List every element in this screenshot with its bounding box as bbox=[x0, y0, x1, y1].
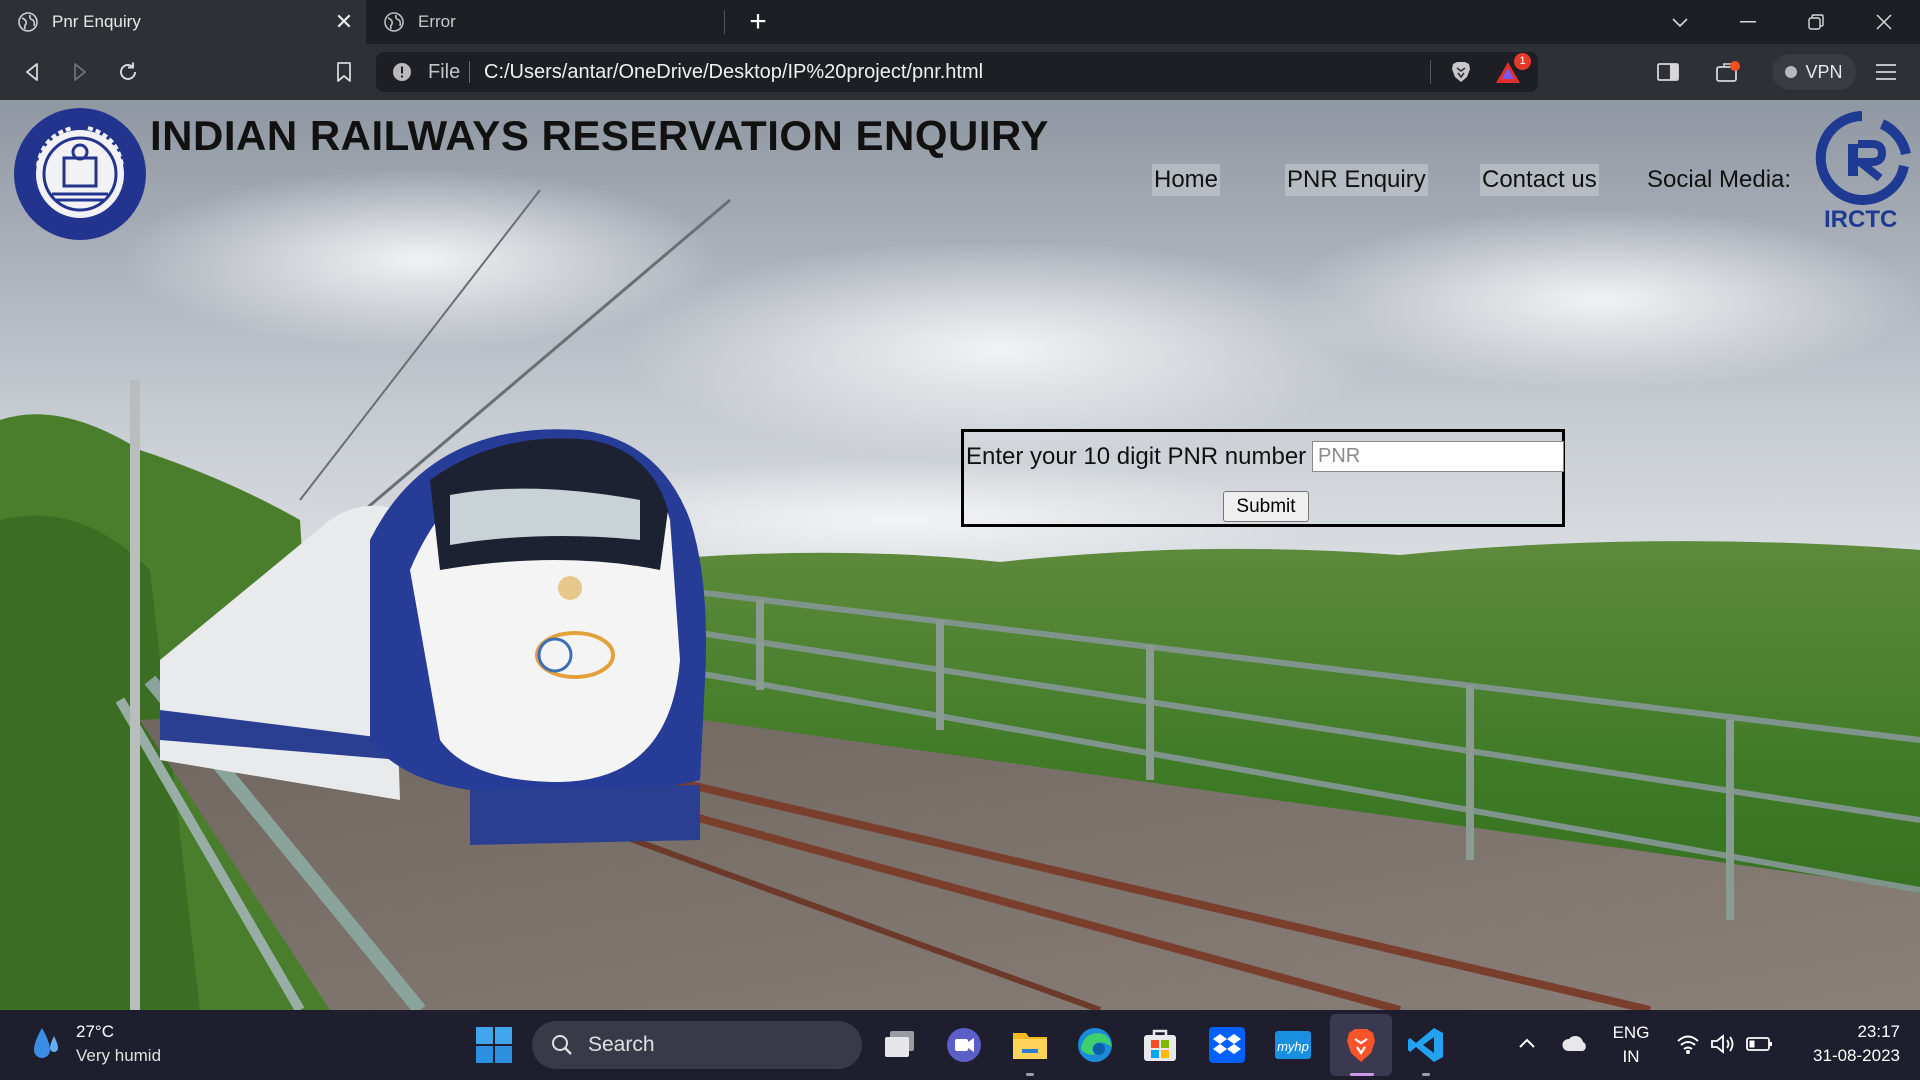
back-button[interactable] bbox=[16, 56, 48, 88]
browser-toolbar: File C:/Users/antar/OneDrive/Desktop/IP%… bbox=[0, 44, 1920, 100]
show-hidden-icons-chevron-icon[interactable] bbox=[1516, 1032, 1538, 1054]
restore-button[interactable] bbox=[1786, 0, 1846, 44]
search-icon bbox=[552, 1035, 572, 1055]
teams-chat-icon[interactable] bbox=[944, 1025, 984, 1065]
svg-text:myhp: myhp bbox=[1277, 1039, 1309, 1054]
tab-title: Error bbox=[418, 12, 456, 31]
tab-error[interactable]: Error bbox=[366, 0, 724, 44]
tab-search-chevron-icon[interactable] bbox=[1650, 0, 1710, 44]
nav-pnr-enquiry-link[interactable]: PNR Enquiry bbox=[1285, 164, 1428, 196]
windows-start-icon[interactable] bbox=[474, 1025, 514, 1065]
running-indicator bbox=[1026, 1073, 1034, 1076]
sidebar-toggle-icon[interactable] bbox=[1652, 56, 1684, 88]
tab-title: Pnr Enquiry bbox=[52, 12, 141, 31]
bookmark-icon[interactable] bbox=[328, 56, 360, 88]
dropbox-icon[interactable] bbox=[1207, 1025, 1247, 1065]
submit-button[interactable]: Submit bbox=[1223, 491, 1309, 522]
close-window-button[interactable] bbox=[1854, 0, 1914, 44]
clock-date[interactable]: 31-08-2023 bbox=[1780, 1046, 1900, 1066]
globe-icon bbox=[384, 12, 404, 32]
divider bbox=[1430, 60, 1431, 84]
address-bar[interactable]: File C:/Users/antar/OneDrive/Desktop/IP%… bbox=[376, 52, 1538, 92]
weather-temperature[interactable]: 27°C bbox=[76, 1022, 114, 1042]
weather-condition[interactable]: Very humid bbox=[76, 1046, 161, 1066]
raindrop-icon[interactable] bbox=[26, 1024, 66, 1064]
vpn-button[interactable]: VPN bbox=[1772, 54, 1856, 90]
brave-shields-icon[interactable] bbox=[1449, 60, 1473, 84]
indian-railways-logo bbox=[14, 108, 146, 240]
active-indicator bbox=[1350, 1073, 1374, 1076]
brave-browser-icon[interactable] bbox=[1341, 1025, 1381, 1065]
myhp-icon[interactable]: myhp bbox=[1273, 1025, 1313, 1065]
nav-contact-us-link[interactable]: Contact us bbox=[1480, 164, 1599, 196]
social-media-label: Social Media: bbox=[1647, 166, 1792, 193]
running-indicator bbox=[1422, 1073, 1430, 1076]
page-title: INDIAN RAILWAYS RESERVATION ENQUIRY bbox=[150, 112, 1049, 159]
wallet-icon[interactable] bbox=[1712, 56, 1744, 88]
tab-divider bbox=[724, 10, 725, 34]
battery-icon[interactable] bbox=[1746, 1034, 1774, 1054]
search-placeholder: Search bbox=[588, 1033, 655, 1056]
language-indicator-line1[interactable]: ENG bbox=[1606, 1023, 1656, 1043]
irctc-logo[interactable]: IRCTC bbox=[1810, 110, 1914, 240]
scheme-label: File bbox=[428, 61, 461, 83]
irctc-logo-text: IRCTC bbox=[1824, 206, 1898, 233]
task-view-icon[interactable] bbox=[880, 1025, 920, 1065]
close-tab-icon[interactable]: ✕ bbox=[332, 9, 356, 35]
globe-icon bbox=[18, 12, 38, 32]
clock-time[interactable]: 23:17 bbox=[1790, 1022, 1900, 1042]
web-page: INDIAN RAILWAYS RESERVATION ENQUIRY Home… bbox=[0, 100, 1920, 1010]
menu-icon[interactable] bbox=[1870, 56, 1902, 88]
new-tab-button[interactable]: + bbox=[742, 4, 774, 40]
wifi-icon[interactable] bbox=[1676, 1033, 1700, 1055]
language-indicator-line2[interactable]: IN bbox=[1606, 1047, 1656, 1067]
vscode-icon[interactable] bbox=[1406, 1025, 1446, 1065]
info-icon[interactable] bbox=[392, 62, 412, 82]
alert-count-badge: 1 bbox=[1514, 53, 1531, 70]
vpn-status-icon bbox=[1785, 66, 1798, 78]
taskbar-search[interactable]: Search bbox=[532, 1021, 862, 1069]
reload-button[interactable] bbox=[112, 56, 144, 88]
forward-button[interactable] bbox=[64, 56, 96, 88]
speaker-volume-icon[interactable] bbox=[1710, 1032, 1736, 1056]
windows-taskbar: 27°C Very humid Search myhp ENG IN 23:17… bbox=[0, 1010, 1920, 1080]
pnr-enquiry-form: Enter your 10 digit PNR number Submit bbox=[961, 429, 1565, 527]
file-explorer-icon[interactable] bbox=[1010, 1025, 1050, 1065]
divider bbox=[469, 61, 470, 83]
onedrive-cloud-icon[interactable] bbox=[1561, 1032, 1589, 1054]
vpn-label: VPN bbox=[1805, 61, 1843, 82]
train-background-image bbox=[0, 100, 1920, 1010]
minimize-button[interactable] bbox=[1718, 0, 1778, 44]
pnr-label: Enter your 10 digit PNR number bbox=[966, 443, 1307, 470]
nav-home-link[interactable]: Home bbox=[1152, 164, 1221, 196]
tab-bar: Pnr Enquiry ✕ Error + bbox=[0, 0, 1920, 44]
pnr-input[interactable] bbox=[1312, 441, 1564, 472]
url-text[interactable]: C:/Users/antar/OneDrive/Desktop/IP%20pro… bbox=[484, 61, 983, 84]
edge-browser-icon[interactable] bbox=[1075, 1025, 1115, 1065]
microsoft-store-icon[interactable] bbox=[1140, 1025, 1180, 1065]
tab-pnr-enquiry[interactable]: Pnr Enquiry ✕ bbox=[0, 0, 366, 44]
